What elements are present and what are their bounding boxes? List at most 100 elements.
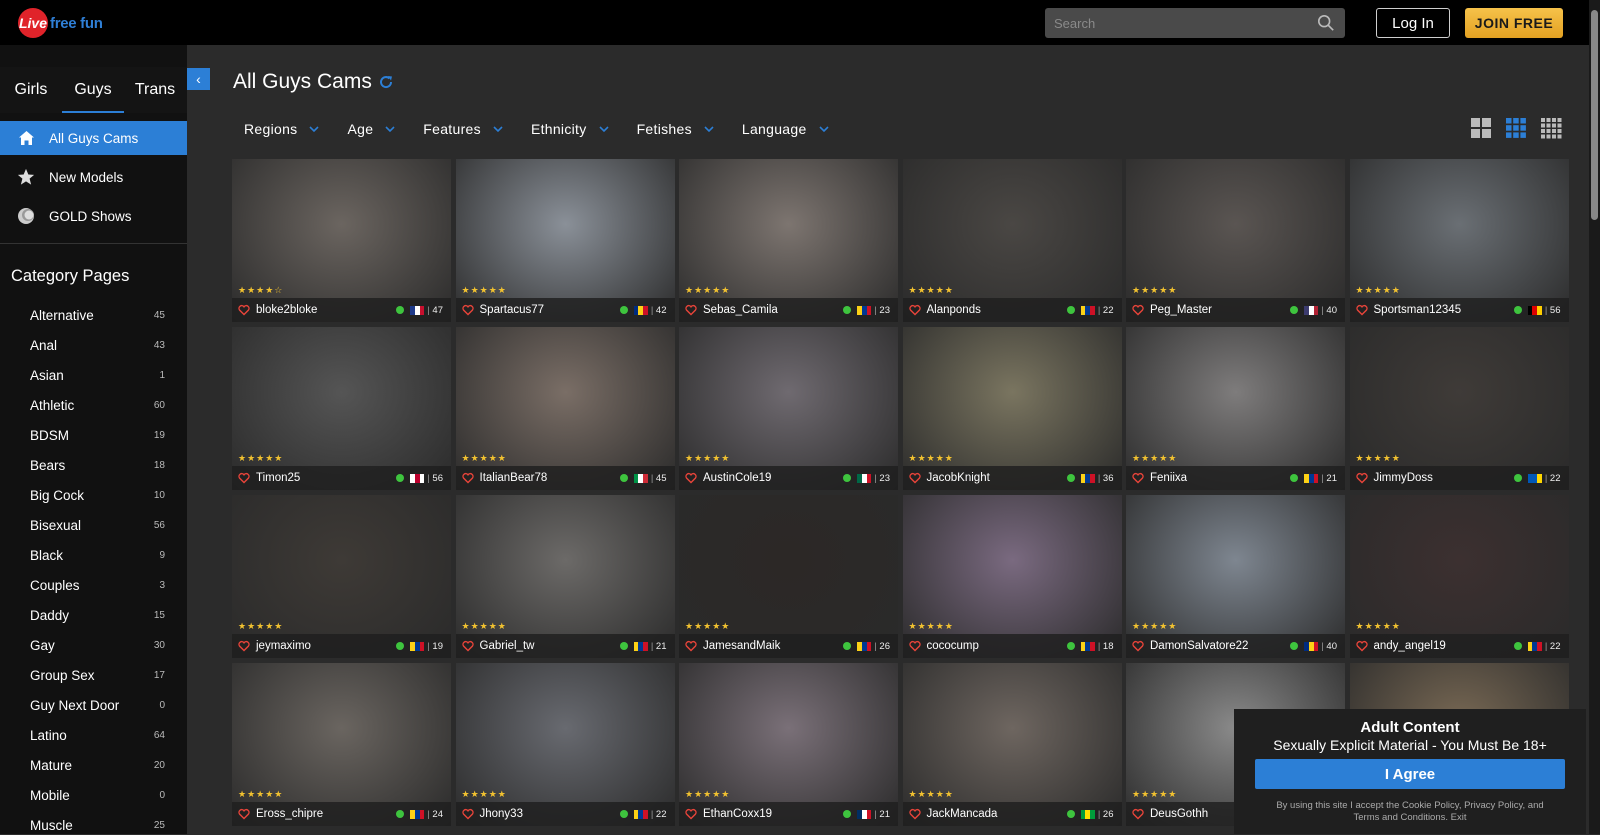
model-card[interactable]: ★★★★★ Eross_chipre 24 xyxy=(232,663,451,826)
category-item[interactable]: Big Cock 10 xyxy=(30,485,165,505)
search-icon[interactable] xyxy=(1317,14,1335,32)
heart-icon[interactable] xyxy=(685,472,697,484)
model-card[interactable]: ★★★★★ EthanCoxx19 21 xyxy=(679,663,898,826)
model-age: 45 xyxy=(651,473,667,484)
heart-icon[interactable] xyxy=(1132,472,1144,484)
model-card[interactable]: ★★★★★ Jhony33 22 xyxy=(455,663,675,826)
filter-age[interactable]: Age xyxy=(347,119,395,139)
heart-icon[interactable] xyxy=(908,808,921,820)
medium-grid-icon[interactable] xyxy=(1505,117,1527,139)
heart-icon[interactable] xyxy=(685,808,697,820)
model-card[interactable]: ★★★★★ Alanponds 22 xyxy=(902,159,1122,322)
category-name: Anal xyxy=(30,337,58,353)
category-item[interactable]: BDSM 19 xyxy=(30,425,165,445)
model-card[interactable]: ★★★★★ Feniixa 21 xyxy=(1126,327,1345,490)
heart-icon[interactable] xyxy=(685,304,697,316)
tab-guys[interactable]: Guys xyxy=(62,67,124,113)
model-card[interactable]: ★★★★★ AustinCole19 23 xyxy=(679,327,898,490)
card-info-bar: jeymaximo 19 xyxy=(232,634,451,658)
model-username: jeymaximo xyxy=(256,640,311,652)
filter-ethnicity[interactable]: Ethnicity xyxy=(531,119,609,139)
scrollbar-thumb[interactable] xyxy=(1591,10,1598,220)
heart-icon[interactable] xyxy=(908,640,921,652)
category-item[interactable]: Anal 43 xyxy=(30,335,165,355)
heart-icon[interactable] xyxy=(1355,472,1368,484)
tab-trans[interactable]: Trans xyxy=(124,67,186,113)
model-card[interactable]: ★★★★★ jeymaximo 19 xyxy=(232,495,451,658)
model-card[interactable]: ★★★★★ cococump 18 xyxy=(902,495,1122,658)
model-card[interactable]: ★★★★★ JimmyDoss 22 xyxy=(1349,327,1569,490)
heart-icon[interactable] xyxy=(1132,640,1144,652)
login-button[interactable]: Log In xyxy=(1376,8,1450,38)
heart-icon[interactable] xyxy=(1355,640,1368,652)
model-card[interactable]: ★★★★★ JamesandMaik 26 xyxy=(679,495,898,658)
page-scrollbar[interactable] xyxy=(1589,0,1600,834)
filter-regions[interactable]: Regions xyxy=(244,119,320,139)
country-flag-icon xyxy=(1080,473,1095,483)
filter-features[interactable]: Features xyxy=(423,119,503,139)
category-item[interactable]: Bears 18 xyxy=(30,455,165,475)
category-item[interactable]: Asian 1 xyxy=(30,365,165,385)
country-flag-icon xyxy=(1080,809,1095,819)
refresh-icon[interactable] xyxy=(378,74,394,90)
collapse-sidebar-button[interactable]: ‹ xyxy=(187,68,210,90)
heart-icon[interactable] xyxy=(238,472,250,484)
model-card[interactable]: ★★★★★ Timon25 56 xyxy=(232,327,451,490)
category-item[interactable]: Daddy 15 xyxy=(30,605,165,625)
category-item[interactable]: Mature 20 xyxy=(30,755,165,775)
large-grid-icon[interactable] xyxy=(1470,117,1492,139)
tab-girls[interactable]: Girls xyxy=(0,67,62,113)
heart-icon[interactable] xyxy=(1132,304,1144,316)
heart-icon[interactable] xyxy=(685,640,697,652)
model-card[interactable]: ★★★★☆ bloke2bloke 47 xyxy=(232,159,451,322)
category-item[interactable]: Guy Next Door 0 xyxy=(30,695,165,715)
heart-icon[interactable] xyxy=(238,640,250,652)
model-card[interactable]: ★★★★★ JacobKnight 36 xyxy=(902,327,1122,490)
small-grid-icon[interactable] xyxy=(1540,117,1562,139)
model-card[interactable]: ★★★★★ Peg_Master 40 xyxy=(1126,159,1345,322)
category-item[interactable]: Black 9 xyxy=(30,545,165,565)
category-count: 18 xyxy=(153,459,165,471)
join-free-button[interactable]: JOIN FREE xyxy=(1465,8,1563,38)
model-card[interactable]: ★★★★★ Sebas_Camila 23 xyxy=(679,159,898,322)
heart-icon[interactable] xyxy=(461,640,474,652)
category-item[interactable]: Muscle 25 xyxy=(30,815,165,835)
model-card[interactable]: ★★★★★ JackMancada 26 xyxy=(902,663,1122,826)
heart-icon[interactable] xyxy=(1132,808,1144,820)
category-item[interactable]: Group Sex 17 xyxy=(30,665,165,685)
heart-icon[interactable] xyxy=(1355,304,1368,316)
category-item[interactable]: Couples 3 xyxy=(30,575,165,595)
model-card[interactable]: ★★★★★ DamonSalvatore22 40 xyxy=(1126,495,1345,658)
category-item[interactable]: Gay 30 xyxy=(30,635,165,655)
model-card[interactable]: ★★★★★ Gabriel_tw 21 xyxy=(455,495,675,658)
nav-new-models[interactable]: New Models xyxy=(0,160,187,194)
nav-all-guys-cams[interactable]: All Guys Cams xyxy=(0,121,187,155)
category-count: 60 xyxy=(153,399,165,411)
category-item[interactable]: Mobile 0 xyxy=(30,785,165,805)
model-card[interactable]: ★★★★★ andy_angel19 22 xyxy=(1349,495,1569,658)
filter-label: Ethnicity xyxy=(530,121,587,137)
site-logo[interactable]: Live free fun xyxy=(18,8,103,38)
model-card[interactable]: ★★★★★ ItalianBear78 45 xyxy=(455,327,675,490)
model-card[interactable]: ★★★★★ Spartacus77 42 xyxy=(455,159,675,322)
search-input[interactable] xyxy=(1045,8,1305,38)
heart-icon[interactable] xyxy=(908,472,921,484)
i-agree-button[interactable]: I Agree xyxy=(1255,759,1565,789)
category-item[interactable]: Alternative 45 xyxy=(30,305,165,325)
heart-icon[interactable] xyxy=(908,304,921,316)
heart-icon[interactable] xyxy=(461,304,474,316)
filter-fetishes[interactable]: Fetishes xyxy=(637,119,714,139)
model-username: Spartacus77 xyxy=(479,304,545,316)
heart-icon[interactable] xyxy=(461,472,474,484)
nav-gold-shows[interactable]: GOLD Shows xyxy=(0,199,187,233)
model-card[interactable]: ★★★★★ Sportsman12345 56 xyxy=(1349,159,1569,322)
category-item[interactable]: Latino 64 xyxy=(30,725,165,745)
heart-icon[interactable] xyxy=(238,304,250,316)
heart-icon[interactable] xyxy=(238,808,250,820)
chevron-down-icon xyxy=(385,126,395,133)
category-item[interactable]: Bisexual 56 xyxy=(30,515,165,535)
online-status-dot xyxy=(396,306,405,314)
category-item[interactable]: Athletic 60 xyxy=(30,395,165,415)
heart-icon[interactable] xyxy=(461,808,474,820)
filter-language[interactable]: Language xyxy=(742,119,829,139)
